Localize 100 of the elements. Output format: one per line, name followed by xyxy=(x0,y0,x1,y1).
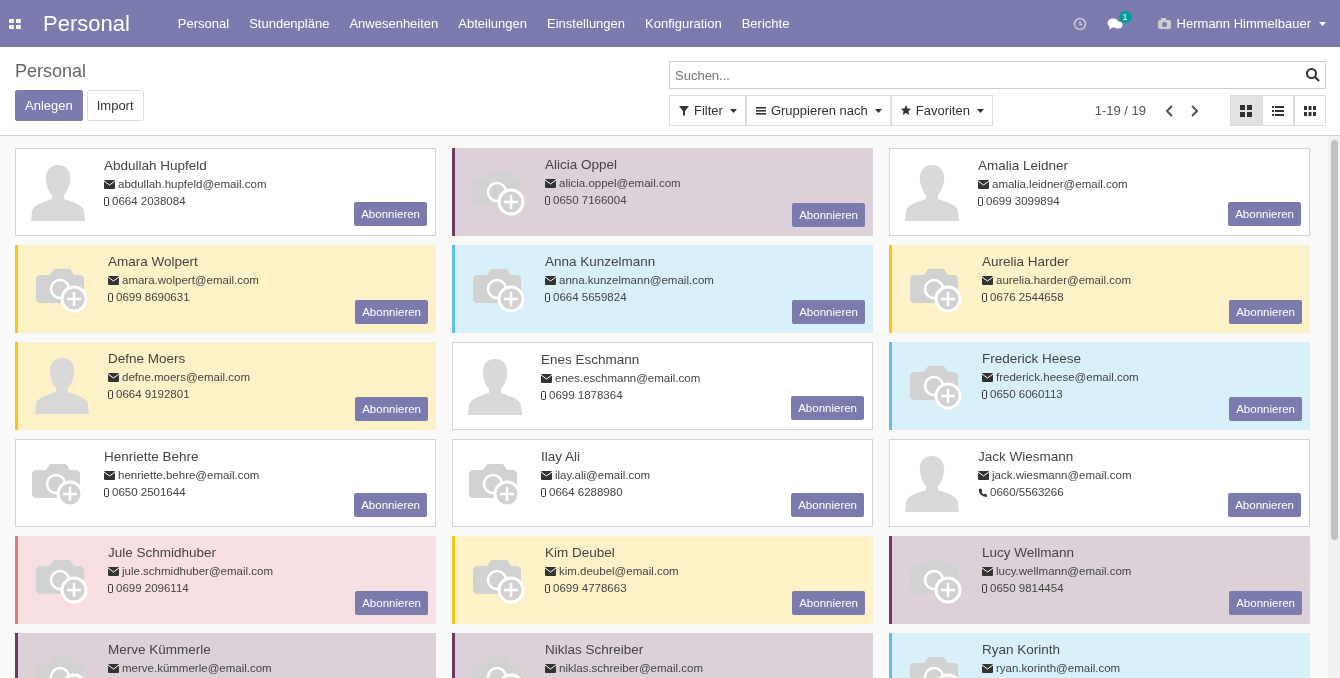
envelope-icon xyxy=(108,663,119,673)
mobile-phone-icon xyxy=(108,583,113,593)
employee-name: Alicia Oppel xyxy=(545,157,619,172)
follow-button[interactable]: Abonnieren xyxy=(354,493,427,517)
chat-icon xyxy=(1106,16,1123,31)
mobile-phone-icon xyxy=(108,389,113,399)
menu-item[interactable]: Stundenpläne xyxy=(239,16,340,31)
user-name: Hermann Himmelbauer xyxy=(1176,16,1311,31)
camera-plus-icon xyxy=(472,171,527,218)
mobile-phone-icon xyxy=(545,292,550,302)
employee-name: Frederick Heese xyxy=(982,351,1083,366)
follow-button[interactable]: Abonnieren xyxy=(1228,493,1301,517)
employee-email: anna.kunzelmann@email.com xyxy=(559,274,714,286)
follow-button[interactable]: Abonnieren xyxy=(1229,591,1302,615)
menu-item[interactable]: Personal xyxy=(167,16,240,31)
menu-item[interactable]: Berichte xyxy=(731,16,800,31)
employee-email: abdullah.hupfeld@email.com xyxy=(118,178,267,190)
envelope-icon xyxy=(982,372,993,382)
mobile-phone-icon xyxy=(104,487,109,497)
employee-email: merve.kümmerle@email.com xyxy=(122,662,272,674)
list-view-button[interactable] xyxy=(1262,95,1294,126)
follow-button[interactable]: Abonnieren xyxy=(791,396,864,420)
envelope-icon xyxy=(978,470,989,480)
employee-phone: 0664 2038084 xyxy=(112,195,186,207)
menu-item[interactable]: Einstellungen xyxy=(537,16,636,31)
favorites-dropdown[interactable]: Favoriten xyxy=(890,95,993,126)
breadcrumb: Personal xyxy=(15,61,88,82)
employee-email: kim.deubel@email.com xyxy=(559,565,679,577)
search-field[interactable]: Suchen... xyxy=(669,61,1326,89)
employee-card[interactable]: Frederick Heese frederick.heese@email.com 0650 6060113 Abonnieren xyxy=(889,342,1310,430)
employee-phone: 0650 6060113 xyxy=(990,388,1063,400)
follow-button[interactable]: Abonnieren xyxy=(1229,397,1302,421)
employee-card[interactable]: Amalia Leidner amalia.leidner@email.com 0699 3099894 Abonnieren xyxy=(889,148,1310,236)
caret-icon xyxy=(976,108,984,113)
mobile-phone-icon xyxy=(982,389,987,399)
employee-email: jack.wiesmann@email.com xyxy=(992,469,1132,481)
employee-card[interactable]: Jack Wiesmann jack.wiesmann@email.com 0660/5563266 Abonnieren xyxy=(889,439,1310,527)
employee-card[interactable]: Aurelia Harder aurelia.harder@email.com 0676 2544658 Abonnieren xyxy=(889,245,1310,333)
employee-phone: 0699 3099894 xyxy=(986,195,1060,207)
employee-card[interactable]: Alicia Oppel alicia.oppel@email.com 0650 7166004 Abonnieren xyxy=(452,148,873,236)
user-menu[interactable]: Hermann Himmelbauer xyxy=(1156,16,1326,31)
mobile-phone-icon xyxy=(978,196,983,206)
employee-card[interactable]: Ryan Korinth ryan.korinth@email.com xyxy=(889,633,1310,678)
import-button[interactable]: Import xyxy=(86,90,144,121)
filter-dropdown[interactable]: Filter xyxy=(669,95,746,126)
chevron-right-icon xyxy=(1190,104,1198,117)
employee-card[interactable]: Kim Deubel kim.deubel@email.com 0699 4778663 Abonnieren xyxy=(452,536,873,624)
employee-email: ilay.ali@email.com xyxy=(555,469,651,481)
follow-button[interactable]: Abonnieren xyxy=(355,300,428,324)
employee-email: enes.eschmann@email.com xyxy=(555,372,701,384)
employee-name: Lucy Wellmann xyxy=(982,545,1076,560)
grid-view-button[interactable] xyxy=(1294,95,1326,126)
menu-item[interactable]: Anwesenheiten xyxy=(339,16,449,31)
envelope-icon xyxy=(541,470,552,480)
envelope-icon xyxy=(978,179,989,189)
employee-card[interactable]: Henriette Behre henriette.behre@email.com 0650 2501644 Abonnieren xyxy=(15,439,436,527)
caret-icon xyxy=(1319,21,1326,26)
envelope-icon xyxy=(545,566,556,576)
follow-button[interactable]: Abonnieren xyxy=(792,591,865,615)
follow-button[interactable]: Abonnieren xyxy=(1228,202,1301,226)
follow-button[interactable]: Abonnieren xyxy=(354,202,427,226)
bars-icon xyxy=(754,104,767,117)
employee-card[interactable]: Jule Schmidhuber jule.schmidhuber@email.com 0699 2096114 Abonnieren xyxy=(15,536,436,624)
camera-plus-icon xyxy=(472,268,527,315)
employee-email: amalia.leidner@email.com xyxy=(992,178,1128,190)
employee-name: Ryan Korinth xyxy=(982,642,1062,657)
employee-card[interactable]: Merve Kümmerle merve.kümmerle@email.com xyxy=(15,633,436,678)
follow-button[interactable]: Abonnieren xyxy=(355,397,428,421)
follow-button[interactable]: Abonnieren xyxy=(355,591,428,615)
employee-card[interactable]: Niklas Schreiber niklas.schreiber@email.com xyxy=(452,633,873,678)
camera-avatar-icon xyxy=(1156,17,1172,30)
search-input[interactable]: Suchen... xyxy=(670,67,1305,83)
group-dropdown[interactable]: Gruppieren nach xyxy=(745,95,891,126)
employee-card[interactable]: Ilay Ali ilay.ali@email.com 0664 6288980 Abonnieren xyxy=(452,439,873,527)
envelope-icon xyxy=(104,179,115,189)
employee-card[interactable]: Amara Wolpert amara.wolpert@email.com 0699 8690631 Abonnieren xyxy=(15,245,436,333)
menu-item[interactable]: Abteilungen xyxy=(448,16,537,31)
envelope-icon xyxy=(545,275,556,285)
create-button[interactable]: Anlegen xyxy=(15,90,83,121)
app-title: Personal xyxy=(43,10,130,37)
message-count-badge: 1 xyxy=(1118,10,1132,23)
employee-card[interactable]: Abdullah Hupfeld abdullah.hupfeld@email.com 0664 2038084 Abonnieren xyxy=(15,148,436,236)
employee-card[interactable]: Defne Moers defne.moers@email.com 0664 9192801 Abonnieren xyxy=(15,342,436,430)
mobile-phone-icon xyxy=(541,487,546,497)
scrollbar[interactable] xyxy=(1328,136,1340,678)
clock-icon xyxy=(1072,16,1087,31)
follow-button[interactable]: Abonnieren xyxy=(791,493,864,517)
follow-button[interactable]: Abonnieren xyxy=(792,300,865,324)
employee-card[interactable]: Lucy Wellmann lucy.wellmann@email.com 0650 9814454 Abonnieren xyxy=(889,536,1310,624)
follow-button[interactable]: Abonnieren xyxy=(1229,300,1302,324)
employee-card[interactable]: Enes Eschmann enes.eschmann@email.com 0699 1878364 Abonnieren xyxy=(452,342,873,430)
envelope-icon xyxy=(108,372,119,382)
employee-name: Aurelia Harder xyxy=(982,254,1071,269)
kanban-view-button[interactable] xyxy=(1230,95,1262,126)
chevron-left-icon xyxy=(1166,104,1174,117)
follow-button[interactable]: Abonnieren xyxy=(792,203,865,227)
employee-phone: 0650 7166004 xyxy=(553,194,627,206)
employee-card[interactable]: Anna Kunzelmann anna.kunzelmann@email.com 0664 5659824 Abonnieren xyxy=(452,245,873,333)
menu-item[interactable]: Konfiguration xyxy=(635,16,732,31)
pager-value: 1-19 / 19 xyxy=(1094,103,1146,118)
